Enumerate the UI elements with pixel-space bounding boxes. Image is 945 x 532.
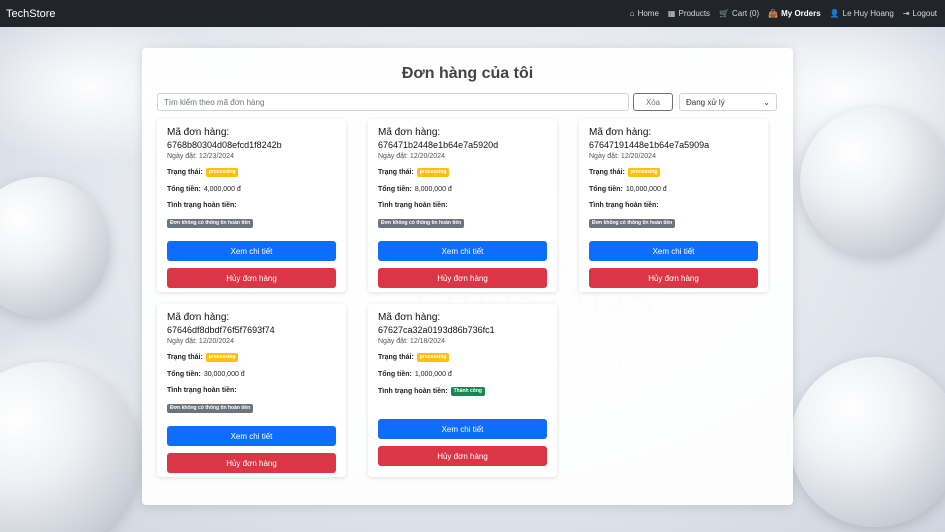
cart-icon: 🛒 xyxy=(719,8,730,18)
nav-products[interactable]: ▦ Products xyxy=(668,9,710,18)
order-total: 30,000,000 đ xyxy=(203,371,245,378)
order-total-row: Tổng tiền: 4,000,000 đ xyxy=(167,186,241,193)
clear-search-button[interactable]: Xóa xyxy=(633,93,673,111)
order-date: Ngày đặt: 12/20/2024 xyxy=(167,338,234,345)
order-total: 10,000,000 đ xyxy=(625,186,667,193)
order-status-row: Trạng thái: processing xyxy=(378,168,547,177)
view-detail-button[interactable]: Xem chi tiết xyxy=(378,419,547,439)
order-status-row: Trạng thái: processing xyxy=(589,168,758,177)
ornament-icon xyxy=(800,107,945,257)
nav-home[interactable]: ⌂ Home xyxy=(630,9,659,18)
top-navbar: TechStore ⌂ Home ▦ Products 🛒 Cart (0) 👜… xyxy=(0,0,945,27)
cancel-order-button[interactable]: Hủy đơn hàng xyxy=(589,268,758,288)
refund-badge: Đơn không có thông tin hoàn tiền xyxy=(167,404,254,413)
orders-bag-icon: 👜 xyxy=(768,8,779,18)
order-status-row: Trạng thái: processing xyxy=(167,168,336,177)
refund-badge: Đơn không có thông tin hoàn tiền xyxy=(589,219,676,228)
order-id-label: Mã đơn hàng: xyxy=(378,127,441,138)
products-icon: ▦ xyxy=(667,8,676,18)
status-filter-select[interactable]: Đang xử lý ⌄ xyxy=(679,93,777,111)
order-total-row: Tổng tiền: 8,000,000 đ xyxy=(378,186,452,193)
order-date: Ngày đặt: 12/18/2024 xyxy=(378,338,445,345)
nav-cart[interactable]: 🛒 Cart (0) xyxy=(719,9,759,18)
order-total: 4,000,000 đ xyxy=(203,186,241,193)
order-card: Mã đơn hàng: 676471b2448e1b64e7a5920d Ng… xyxy=(368,119,557,292)
logout-icon: ⇥ xyxy=(902,8,910,18)
order-total-row: Tổng tiền: 30,000,000 đ xyxy=(167,371,245,378)
order-id-label: Mã đơn hàng: xyxy=(167,312,230,323)
status-badge: processing xyxy=(416,168,450,177)
refund-section: Tình trạng hoàn tiền: Đơn không có thông… xyxy=(167,387,336,414)
status-badge: processing xyxy=(416,353,450,362)
status-badge: processing xyxy=(627,168,661,177)
refund-section: Tình trạng hoàn tiền: Đơn không có thông… xyxy=(167,202,336,229)
order-id: 67647191448e1b64e7a5909a xyxy=(589,140,710,150)
nav-links: ⌂ Home ▦ Products 🛒 Cart (0) 👜 My Orders… xyxy=(630,9,937,18)
page-title: Đơn hàng của tôi xyxy=(401,65,534,82)
order-total-row: Tổng tiền: 1,000,000 đ xyxy=(378,371,452,378)
user-icon: 👤 xyxy=(829,8,840,18)
nav-logout[interactable]: ⇥ Logout xyxy=(903,9,937,18)
order-id-label: Mã đơn hàng: xyxy=(378,312,441,323)
cancel-order-button[interactable]: Hủy đơn hàng xyxy=(378,268,547,288)
status-badge: processing xyxy=(205,168,239,177)
order-card: Mã đơn hàng: 67646df8dbdf76f5f7693f74 Ng… xyxy=(157,304,346,477)
orders-panel: Đơn hàng của tôi Xóa Đang xử lý ⌄ Mã đơn… xyxy=(142,48,793,505)
cancel-order-button[interactable]: Hủy đơn hàng xyxy=(167,268,336,288)
order-total-row: Tổng tiền: 10,000,000 đ xyxy=(589,186,667,193)
order-date: Ngày đặt: 12/20/2024 xyxy=(589,153,656,160)
order-status-row: Trạng thái: processing xyxy=(167,353,336,362)
refund-section: Tình trạng hoàn tiền: Thành công xyxy=(378,387,547,396)
order-date: Ngày đặt: 12/20/2024 xyxy=(378,153,445,160)
chevron-down-icon: ⌄ xyxy=(763,97,770,107)
view-detail-button[interactable]: Xem chi tiết xyxy=(167,426,336,446)
view-detail-button[interactable]: Xem chi tiết xyxy=(378,241,547,261)
order-total: 1,000,000 đ xyxy=(414,371,452,378)
order-card: Mã đơn hàng: 67627ca32a0193d86b736fc1 Ng… xyxy=(368,304,557,477)
order-search-input[interactable] xyxy=(157,93,629,111)
status-badge: processing xyxy=(205,353,239,362)
view-detail-button[interactable]: Xem chi tiết xyxy=(167,241,336,261)
order-card: Mã đơn hàng: 6768b80304d08efcd1f8242b Ng… xyxy=(157,119,346,292)
order-id-label: Mã đơn hàng: xyxy=(167,127,230,138)
order-id: 67646df8dbdf76f5f7693f74 xyxy=(167,325,275,335)
refund-section: Tình trạng hoàn tiền: Đơn không có thông… xyxy=(589,202,758,229)
order-id: 67627ca32a0193d86b736fc1 xyxy=(378,325,495,335)
brand-logo[interactable]: TechStore xyxy=(6,8,56,20)
order-id-label: Mã đơn hàng: xyxy=(589,127,652,138)
order-card: Mã đơn hàng: 67647191448e1b64e7a5909a Ng… xyxy=(579,119,768,292)
order-id: 676471b2448e1b64e7a5920d xyxy=(378,140,499,150)
nav-user-profile[interactable]: 👤 Le Huy Hoang xyxy=(830,9,894,18)
refund-badge: Đơn không có thông tin hoàn tiền xyxy=(167,219,254,228)
refund-badge: Đơn không có thông tin hoàn tiền xyxy=(378,219,465,228)
order-status-row: Trạng thái: processing xyxy=(378,353,547,362)
cancel-order-button[interactable]: Hủy đơn hàng xyxy=(167,453,336,473)
refund-section: Tình trạng hoàn tiền: Đơn không có thông… xyxy=(378,202,547,229)
nav-my-orders[interactable]: 👜 My Orders xyxy=(768,9,821,18)
order-date: Ngày đặt: 12/23/2024 xyxy=(167,153,234,160)
ornament-icon xyxy=(0,362,140,532)
order-id: 6768b80304d08efcd1f8242b xyxy=(167,140,282,150)
ornament-icon xyxy=(0,177,110,317)
view-detail-button[interactable]: Xem chi tiết xyxy=(589,241,758,261)
order-total: 8,000,000 đ xyxy=(414,186,452,193)
cancel-order-button[interactable]: Hủy đơn hàng xyxy=(378,446,547,466)
home-icon: ⌂ xyxy=(629,8,635,18)
refund-badge: Thành công xyxy=(450,387,485,396)
ornament-icon xyxy=(790,357,945,527)
